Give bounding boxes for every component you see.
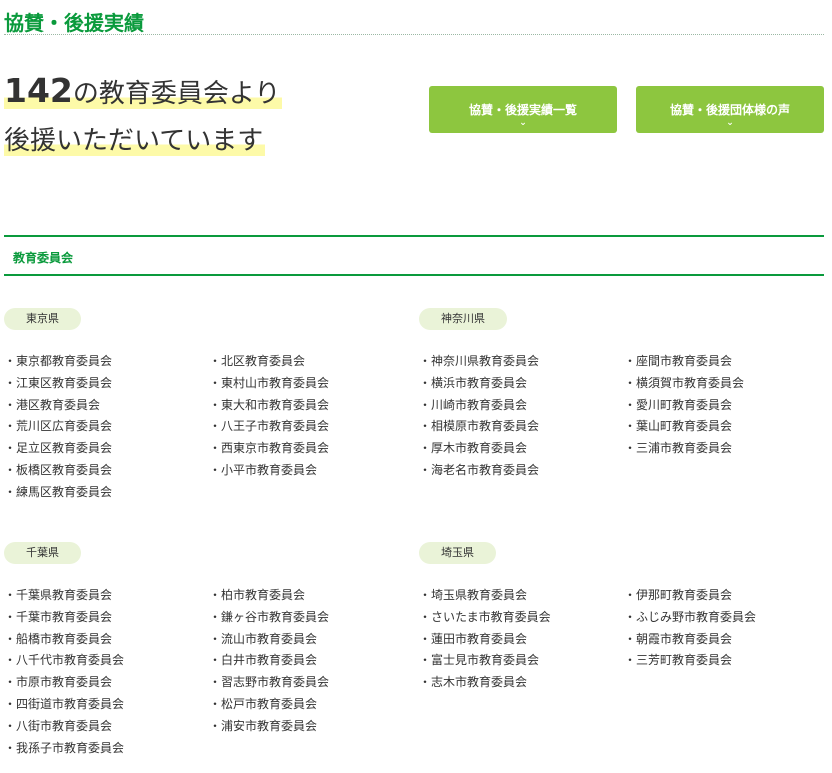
list-item: 埼玉県教育委員会 (419, 585, 619, 607)
list-item: 西東京市教育委員会 (209, 438, 409, 460)
list-item: 横須賀市教育委員会 (624, 373, 824, 395)
prefecture-block-saitama: 埼玉県 埼玉県教育委員会さいたま市教育委員会蓮田市教育委員会富士見市教育委員会志… (419, 541, 756, 689)
list-item: 三芳町教育委員会 (624, 650, 824, 672)
list-column: 埼玉県教育委員会さいたま市教育委員会蓮田市教育委員会富士見市教育委員会志木市教育… (419, 585, 619, 694)
list-column: 千葉県教育委員会千葉市教育委員会船橋市教育委員会八千代市教育委員会市原市教育委員… (4, 585, 204, 759)
headline-line-1: 142の教育委員会より (4, 66, 283, 116)
list-item: 東京都教育委員会 (4, 351, 204, 373)
support-list-button-label: 協賛・後援実績一覧 (468, 103, 577, 117)
list-column: 東京都教育委員会江東区教育委員会港区教育委員会荒川区広育委員会足立区教育委員会板… (4, 351, 204, 504)
list-item: 伊那町教育委員会 (624, 585, 824, 607)
list-item: 朝霞市教育委員会 (624, 629, 824, 651)
list-item: 板橋区教育委員会 (4, 460, 204, 482)
list-column: 伊那町教育委員会ふじみ野市教育委員会朝霞市教育委員会三芳町教育委員会 (624, 585, 824, 672)
chevron-down-icon: ⌄ (519, 118, 527, 128)
headline-text-2: 後援いただいています (4, 126, 266, 156)
list-item: 三浦市教育委員会 (624, 438, 824, 460)
list-item: 東村山市教育委員会 (209, 373, 409, 395)
list-item: 浦安市教育委員会 (209, 716, 409, 738)
list-item: 千葉市教育委員会 (4, 607, 204, 629)
prefecture-label: 千葉県 (4, 542, 81, 564)
list-item: 白井市教育委員会 (209, 650, 409, 672)
list-item: 横浜市教育委員会 (419, 373, 619, 395)
list-item: 四街道市教育委員会 (4, 694, 204, 716)
list-item: 港区教育委員会 (4, 395, 204, 417)
supporter-voices-button[interactable]: 協賛・後援団体様の声 ⌄ (636, 86, 824, 133)
list-item: 柏市教育委員会 (209, 585, 409, 607)
list-item: さいたま市教育委員会 (419, 607, 619, 629)
prefecture-block-kanagawa: 神奈川県 神奈川県教育委員会横浜市教育委員会川崎市教育委員会相模原市教育委員会厚… (419, 307, 744, 477)
list-item: 市原市教育委員会 (4, 672, 204, 694)
page-title: 協賛・後援実績 (4, 11, 144, 35)
list-item: 習志野市教育委員会 (209, 672, 409, 694)
prefecture-block-tokyo: 東京県 東京都教育委員会江東区教育委員会港区教育委員会荒川区広育委員会足立区教育… (4, 307, 329, 499)
list-item: 荒川区広育委員会 (4, 416, 204, 438)
prefecture-block-chiba: 千葉県 千葉県教育委員会千葉市教育委員会船橋市教育委員会八千代市教育委員会市原市… (4, 541, 329, 755)
headline-line-2: 後援いただいています (4, 116, 282, 166)
list-item: 相模原市教育委員会 (419, 416, 619, 438)
supporter-voices-button-label: 協賛・後援団体様の声 (669, 103, 790, 117)
list-item: 練馬区教育委員会 (4, 482, 204, 504)
section-title: 教育委員会 (13, 251, 74, 265)
list-item: 海老名市教育委員会 (419, 460, 619, 482)
list-item: 我孫子市教育委員会 (4, 738, 204, 760)
headline-count: 142 (4, 71, 73, 110)
list-item: 北区教育委員会 (209, 351, 409, 373)
list-column: 北区教育委員会東村山市教育委員会東大和市教育委員会八王子市教育委員会西東京市教育… (209, 351, 409, 482)
list-column: 神奈川県教育委員会横浜市教育委員会川崎市教育委員会相模原市教育委員会厚木市教育委… (419, 351, 619, 482)
list-item: 船橋市教育委員会 (4, 629, 204, 651)
list-item: 八街市教育委員会 (4, 716, 204, 738)
list-item: 志木市教育委員会 (419, 672, 619, 694)
list-item: 千葉県教育委員会 (4, 585, 204, 607)
headline-text-1: の教育委員会より (72, 79, 281, 109)
list-item: 川崎市教育委員会 (419, 395, 619, 417)
list-column: 座間市教育委員会横須賀市教育委員会愛川町教育委員会葉山町教育委員会三浦市教育委員… (624, 351, 824, 460)
list-item: 江東区教育委員会 (4, 373, 204, 395)
list-item: 鎌ヶ谷市教育委員会 (209, 607, 409, 629)
list-item: ふじみ野市教育委員会 (624, 607, 824, 629)
list-item: 東大和市教育委員会 (209, 395, 409, 417)
list-item: 八千代市教育委員会 (4, 650, 204, 672)
prefecture-label: 神奈川県 (419, 308, 507, 330)
list-item: 厚木市教育委員会 (419, 438, 619, 460)
list-item: 神奈川県教育委員会 (419, 351, 619, 373)
list-item: 愛川町教育委員会 (624, 395, 824, 417)
list-item: 座間市教育委員会 (624, 351, 824, 373)
list-item: 足立区教育委員会 (4, 438, 204, 460)
support-list-button[interactable]: 協賛・後援実績一覧 ⌄ (429, 86, 617, 133)
section-header: 教育委員会 (4, 235, 824, 276)
prefecture-label: 埼玉県 (419, 542, 496, 564)
headline: 142の教育委員会より 後援いただいています (4, 66, 283, 166)
list-item: 小平市教育委員会 (209, 460, 409, 482)
list-item: 松戸市教育委員会 (209, 694, 409, 716)
list-item: 葉山町教育委員会 (624, 416, 824, 438)
list-item: 流山市教育委員会 (209, 629, 409, 651)
list-item: 八王子市教育委員会 (209, 416, 409, 438)
list-item: 富士見市教育委員会 (419, 650, 619, 672)
prefecture-label: 東京県 (4, 308, 81, 330)
title-divider (4, 34, 824, 35)
list-item: 蓮田市教育委員会 (419, 629, 619, 651)
chevron-down-icon: ⌄ (726, 118, 734, 128)
list-column: 柏市教育委員会鎌ヶ谷市教育委員会流山市教育委員会白井市教育委員会習志野市教育委員… (209, 585, 409, 738)
